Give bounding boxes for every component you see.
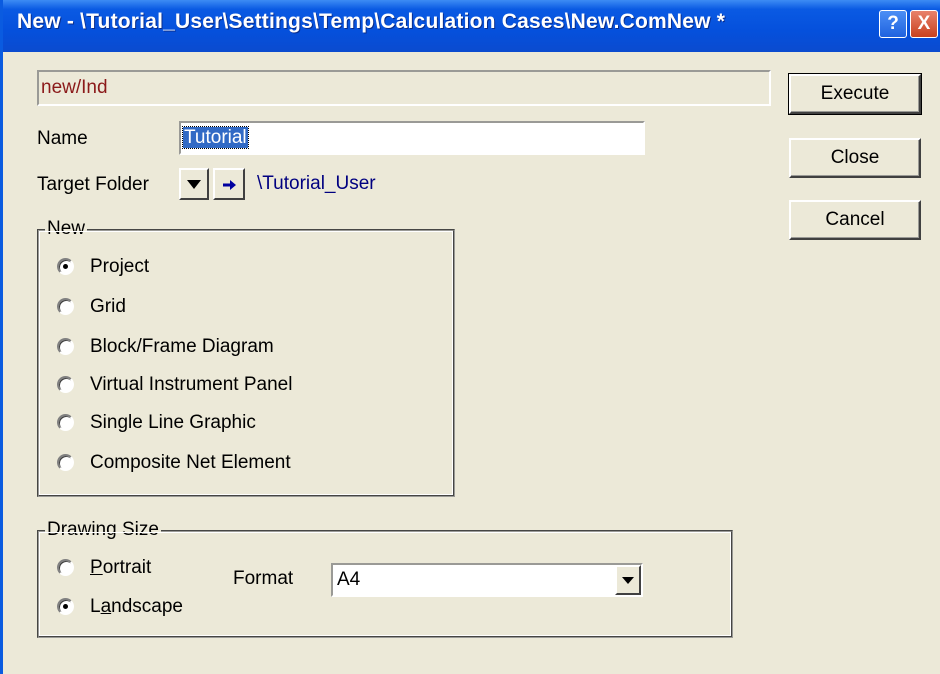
help-icon: ? bbox=[887, 13, 899, 34]
label-project[interactable]: Project bbox=[90, 256, 149, 278]
format-label: Format bbox=[233, 568, 294, 589]
portrait-rest: ortrait bbox=[102, 557, 152, 578]
close-button[interactable]: Close bbox=[789, 138, 921, 178]
label-portrait[interactable]: Portrait bbox=[90, 557, 151, 579]
close-icon: X bbox=[917, 13, 931, 34]
name-input[interactable]: Tutorial bbox=[179, 121, 645, 155]
landscape-first: L bbox=[90, 596, 101, 617]
radio-project[interactable] bbox=[57, 258, 74, 275]
chevron-down-icon bbox=[622, 577, 634, 584]
new-group-legend: New bbox=[45, 218, 88, 240]
landscape-accesskey: a bbox=[100, 596, 112, 617]
object-path-field: new/Ind bbox=[37, 70, 771, 106]
radio-block-frame-diagram[interactable] bbox=[57, 338, 74, 355]
close-window-button[interactable]: X bbox=[910, 10, 938, 38]
label-landscape[interactable]: Landscape bbox=[90, 596, 183, 618]
target-folder-jump-button[interactable] bbox=[213, 168, 245, 200]
target-folder-link[interactable]: \Tutorial_User bbox=[257, 173, 376, 195]
radio-portrait[interactable] bbox=[57, 559, 74, 576]
label-grid[interactable]: Grid bbox=[90, 296, 126, 318]
portrait-accesskey: P bbox=[90, 557, 103, 578]
window-title: New - \Tutorial_User\Settings\Temp\Calcu… bbox=[17, 10, 726, 33]
execute-button[interactable]: Execute bbox=[788, 73, 922, 115]
label-block-frame-diagram[interactable]: Block/Frame Diagram bbox=[90, 336, 274, 358]
new-dialog-window: New - \Tutorial_User\Settings\Temp\Calcu… bbox=[0, 0, 940, 674]
triangle-down-icon bbox=[187, 180, 201, 189]
label-single-line-graphic[interactable]: Single Line Graphic bbox=[90, 412, 256, 434]
format-value: A4 bbox=[337, 569, 361, 590]
arrow-right-icon bbox=[223, 180, 236, 190]
label-virtual-instrument-panel[interactable]: Virtual Instrument Panel bbox=[90, 374, 292, 396]
landscape-rest: ndscape bbox=[111, 596, 183, 617]
format-select[interactable]: A4 bbox=[331, 563, 643, 597]
title-bar[interactable]: New - \Tutorial_User\Settings\Temp\Calcu… bbox=[3, 0, 940, 52]
help-button[interactable]: ? bbox=[879, 10, 907, 38]
radio-composite-net-element[interactable] bbox=[57, 454, 74, 471]
radio-virtual-instrument-panel[interactable] bbox=[57, 376, 74, 393]
name-label: Name bbox=[37, 128, 88, 149]
label-composite-net-element[interactable]: Composite Net Element bbox=[90, 452, 291, 474]
radio-grid[interactable] bbox=[57, 298, 74, 315]
name-input-value: Tutorial bbox=[182, 126, 249, 149]
format-dropdown-button[interactable] bbox=[615, 565, 641, 595]
radio-landscape[interactable] bbox=[57, 598, 74, 615]
target-folder-dropdown-button[interactable] bbox=[179, 168, 209, 200]
target-folder-label: Target Folder bbox=[37, 174, 149, 195]
radio-single-line-graphic[interactable] bbox=[57, 414, 74, 431]
drawing-size-legend: Drawing Size bbox=[45, 519, 161, 541]
cancel-button[interactable]: Cancel bbox=[789, 200, 921, 240]
